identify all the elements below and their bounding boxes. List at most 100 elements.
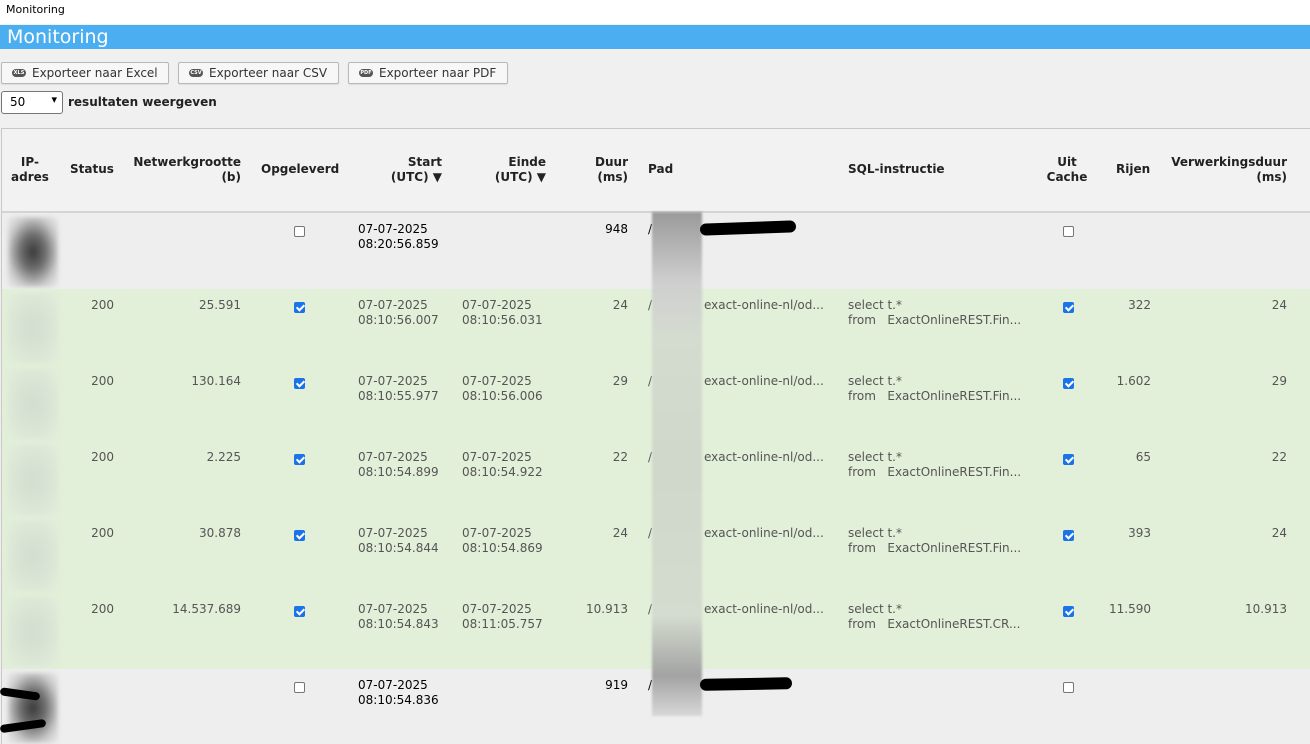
export-pdf-button[interactable]: PDF Exporteer naar PDF bbox=[348, 62, 508, 84]
delivered-checkbox[interactable] bbox=[294, 378, 305, 389]
col-duration[interactable]: Duur (ms) bbox=[568, 155, 628, 185]
page-size-value: 50 bbox=[10, 95, 26, 109]
cell-start: 07-07-2025 08:20:56.859 bbox=[358, 222, 439, 251]
col-sql[interactable]: SQL-instructie bbox=[848, 162, 945, 177]
redacted-ip-blur bbox=[8, 369, 58, 439]
delivered-checkbox[interactable] bbox=[294, 226, 305, 237]
export-csv-label: Exporteer naar CSV bbox=[209, 66, 328, 80]
cell-rows: 393 bbox=[1128, 526, 1151, 540]
cell-rows: 11.590 bbox=[1109, 602, 1151, 616]
cell-duration: 919 bbox=[605, 678, 628, 692]
cell-end: 07-07-2025 08:10:54.869 bbox=[462, 526, 543, 555]
col-delivered[interactable]: Opgeleverd bbox=[261, 162, 339, 177]
cell-duration: 10.913 bbox=[586, 602, 628, 616]
cell-network-size: 25.591 bbox=[199, 298, 241, 312]
cell-sql: select t.* from ExactOnlineREST.Fin... bbox=[848, 450, 1022, 479]
cell-path: exact-online-nl/od... bbox=[704, 298, 824, 312]
cell-status: 200 bbox=[91, 450, 114, 464]
xls-file-icon: XLS bbox=[12, 69, 26, 77]
cell-end: 07-07-2025 08:10:56.031 bbox=[462, 298, 543, 327]
cell-start: 07-07-2025 08:10:54.836 bbox=[358, 678, 439, 707]
cell-network-size: 30.878 bbox=[199, 526, 241, 540]
redacted-ip-blur bbox=[8, 521, 58, 591]
export-pdf-label: Exporteer naar PDF bbox=[379, 66, 497, 80]
export-csv-button[interactable]: CSV Exporteer naar CSV bbox=[178, 62, 339, 84]
cell-duration: 948 bbox=[605, 222, 628, 236]
cell-start: 07-07-2025 08:10:55.977 bbox=[358, 374, 439, 403]
cell-duration: 29 bbox=[612, 374, 628, 388]
col-from-cache[interactable]: Uit Cache bbox=[1044, 155, 1090, 185]
cell-duration: 24 bbox=[612, 526, 628, 540]
delivered-checkbox[interactable] bbox=[294, 454, 305, 465]
export-excel-button[interactable]: XLS Exporteer naar Excel bbox=[1, 62, 169, 84]
cell-rows: 322 bbox=[1128, 298, 1151, 312]
cell-network-size: 130.164 bbox=[191, 374, 241, 388]
cell-status: 200 bbox=[91, 602, 114, 616]
delivered-checkbox[interactable] bbox=[294, 530, 305, 541]
col-status[interactable]: Status bbox=[70, 162, 114, 177]
cell-rows: 65 bbox=[1135, 450, 1151, 464]
cell-status: 200 bbox=[91, 374, 114, 388]
cell-processing-duration: 24 bbox=[1271, 526, 1287, 540]
cell-sql: select t.* from ExactOnlineREST.Fin... bbox=[848, 298, 1022, 327]
cell-status: 200 bbox=[91, 526, 114, 540]
delivered-checkbox[interactable] bbox=[294, 302, 305, 313]
cell-processing-duration: 29 bbox=[1271, 374, 1287, 388]
cell-status: 200 bbox=[91, 298, 114, 312]
cell-path: exact-online-nl/od... bbox=[704, 526, 824, 540]
cell-start: 07-07-2025 08:10:54.899 bbox=[358, 450, 439, 479]
cell-end: 07-07-2025 08:10:56.006 bbox=[462, 374, 543, 403]
from-cache-checkbox[interactable] bbox=[1063, 606, 1074, 617]
from-cache-checkbox[interactable] bbox=[1063, 454, 1074, 465]
cell-processing-duration: 10.913 bbox=[1245, 602, 1287, 616]
redaction-scribble bbox=[699, 677, 793, 691]
cell-rows: 1.602 bbox=[1116, 374, 1151, 388]
table-header: IP- adres Status Netwerkgrootte (b) Opge… bbox=[2, 129, 1310, 213]
delivered-checkbox[interactable] bbox=[294, 606, 305, 617]
redacted-ip-blur bbox=[8, 293, 58, 363]
col-end-sorted[interactable]: Einde (UTC) ▼ bbox=[466, 155, 546, 185]
from-cache-checkbox[interactable] bbox=[1063, 682, 1074, 693]
cell-duration: 22 bbox=[612, 450, 628, 464]
cell-processing-duration: 24 bbox=[1271, 298, 1287, 312]
cell-path: exact-online-nl/od... bbox=[704, 450, 824, 464]
cell-start: 07-07-2025 08:10:56.007 bbox=[358, 298, 439, 327]
from-cache-checkbox[interactable] bbox=[1063, 378, 1074, 389]
cell-start: 07-07-2025 08:10:54.843 bbox=[358, 602, 439, 631]
export-excel-label: Exporteer naar Excel bbox=[32, 66, 158, 80]
from-cache-checkbox[interactable] bbox=[1063, 302, 1074, 313]
chevron-down-icon: ▾ bbox=[51, 93, 57, 106]
cell-duration: 24 bbox=[612, 298, 628, 312]
cell-start: 07-07-2025 08:10:54.844 bbox=[358, 526, 439, 555]
page-size-label: resultaten weergeven bbox=[68, 95, 217, 109]
page-size-select[interactable]: 50 ▾ bbox=[1, 91, 63, 114]
pdf-file-icon: PDF bbox=[359, 69, 373, 77]
page-title: Monitoring bbox=[7, 26, 109, 48]
delivered-checkbox[interactable] bbox=[294, 682, 305, 693]
cell-end: 07-07-2025 08:11:05.757 bbox=[462, 602, 543, 631]
col-processing-duration[interactable]: Verwerkingsduur (ms) bbox=[1152, 155, 1287, 185]
cell-path: exact-online-nl/od... bbox=[704, 374, 824, 388]
redacted-ip-blur bbox=[8, 673, 58, 743]
col-rows[interactable]: Rijen bbox=[1116, 162, 1150, 177]
csv-file-icon: CSV bbox=[189, 69, 203, 77]
col-network-size[interactable]: Netwerkgrootte (b) bbox=[120, 155, 241, 185]
redacted-path-blur bbox=[652, 212, 702, 716]
cell-network-size: 2.225 bbox=[206, 450, 241, 464]
cell-end: 07-07-2025 08:10:54.922 bbox=[462, 450, 543, 479]
cell-sql: select t.* from ExactOnlineREST.Fin... bbox=[848, 374, 1022, 403]
col-ip-address[interactable]: IP- adres bbox=[11, 155, 49, 185]
cell-network-size: 14.537.689 bbox=[172, 602, 241, 616]
cell-path: exact-online-nl/od... bbox=[704, 602, 824, 616]
col-start-sorted[interactable]: Start (UTC) ▼ bbox=[362, 155, 442, 185]
redacted-ip-blur bbox=[8, 597, 58, 667]
cell-sql: select t.* from ExactOnlineREST.Fin... bbox=[848, 526, 1022, 555]
from-cache-checkbox[interactable] bbox=[1063, 530, 1074, 541]
window-titlebar: Monitoring bbox=[0, 0, 1310, 24]
redacted-ip-blur bbox=[8, 217, 58, 287]
from-cache-checkbox[interactable] bbox=[1063, 226, 1074, 237]
redacted-ip-blur bbox=[8, 445, 58, 515]
page-header: Monitoring bbox=[0, 25, 1310, 49]
window-title: Monitoring bbox=[6, 3, 65, 16]
col-path[interactable]: Pad bbox=[648, 162, 673, 177]
